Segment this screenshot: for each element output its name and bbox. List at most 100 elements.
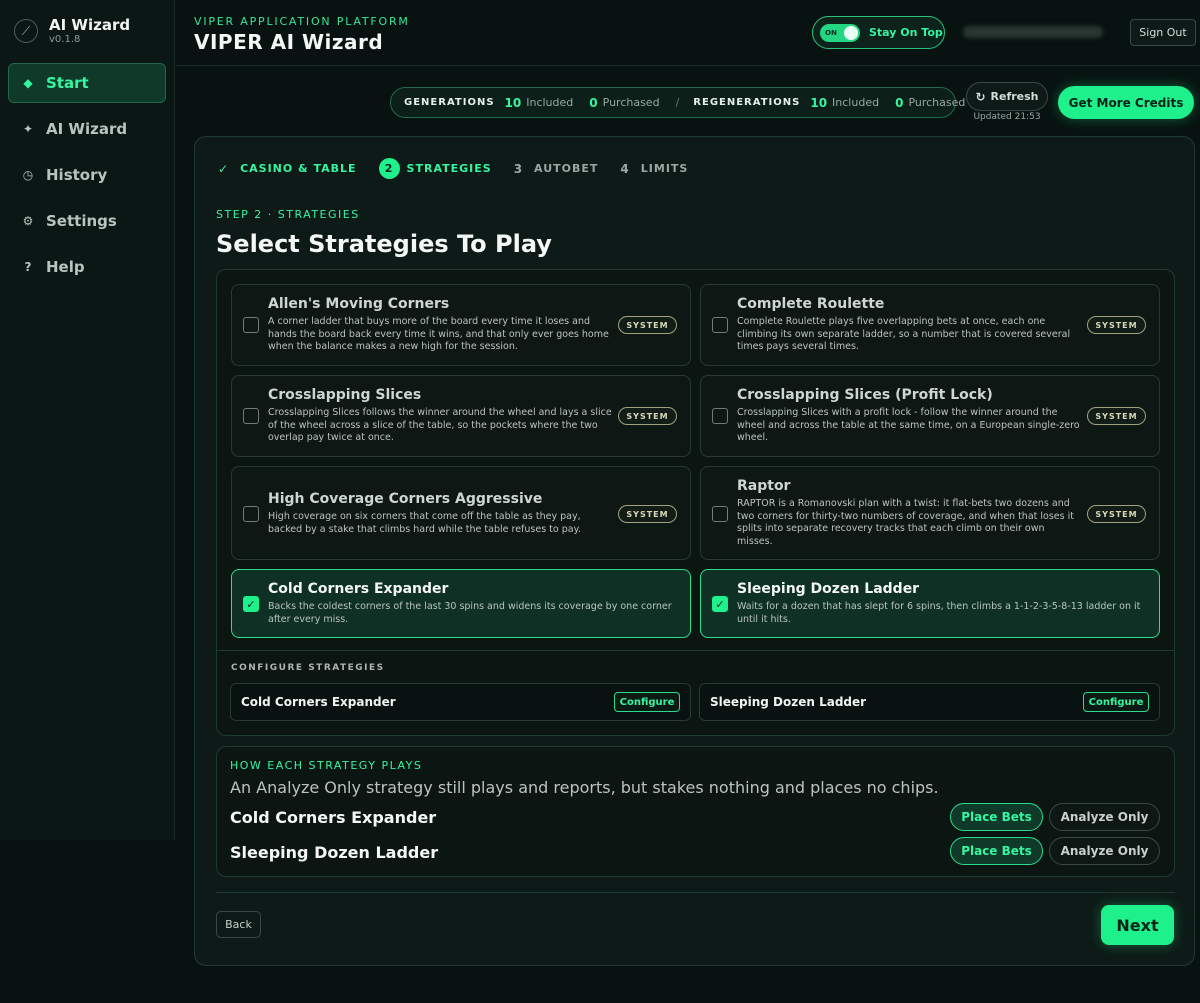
- stay-on-top-toggle[interactable]: ON Stay On Top: [812, 16, 945, 49]
- sidebar-item-settings[interactable]: ⚙ Settings: [8, 201, 166, 241]
- strategy-checkbox[interactable]: [243, 317, 259, 333]
- strategy-description: Complete Roulette plays five overlapping…: [737, 316, 1071, 353]
- sign-out-button[interactable]: Sign Out: [1130, 19, 1196, 46]
- sidebar-item-start[interactable]: ◆ Start: [8, 63, 166, 103]
- strategy-title: High Coverage Corners Aggressive: [268, 491, 543, 507]
- strategy-title: Cold Corners Expander: [268, 581, 449, 597]
- regenerations-purchased-count: 0: [895, 95, 904, 110]
- configure-button[interactable]: Configure: [614, 692, 680, 712]
- step-label: LIMITS: [640, 162, 689, 175]
- sidebar-nav: ◆ Start ✦ AI Wizard ◷ History ⚙ Settings…: [8, 63, 166, 293]
- strategy-description: RAPTOR is a Romanovski plan with a twist…: [737, 498, 1074, 547]
- analyze-only-button[interactable]: Analyze Only: [1049, 803, 1160, 831]
- generations-purchased-count: 0: [589, 95, 598, 110]
- strategy-card-crosslapping-slices-profit-lock[interactable]: Crosslapping Slices (Profit Lock) Crossl…: [700, 375, 1160, 457]
- clock-icon: ◷: [22, 168, 34, 182]
- configure-row: Sleeping Dozen Ladder Configure: [699, 683, 1160, 721]
- get-more-credits-button[interactable]: Get More Credits: [1058, 86, 1194, 119]
- system-badge: SYSTEM: [618, 316, 677, 334]
- strategy-card-raptor[interactable]: Raptor RAPTOR is a Romanovski plan with …: [700, 466, 1160, 560]
- how-strategy-name: Cold Corners Expander: [230, 808, 437, 827]
- strategy-description: Crosslapping Slices with a profit lock -…: [737, 407, 1080, 444]
- next-button[interactable]: Next: [1101, 905, 1174, 945]
- strategy-card-allens-moving-corners[interactable]: Allen's Moving Corners A corner ladder t…: [231, 284, 691, 366]
- strategy-title: Allen's Moving Corners: [268, 296, 450, 312]
- divider: [216, 892, 1175, 893]
- magic-wand-icon: ⟋: [14, 19, 38, 43]
- toggle-switch[interactable]: ON: [820, 23, 860, 42]
- sidebar: ⟋ AI Wizard v0.1.8 ◆ Start ✦ AI Wizard ◷…: [0, 0, 175, 840]
- strategy-title: Complete Roulette: [737, 296, 885, 312]
- how-strategy-name: Sleeping Dozen Ladder: [230, 843, 439, 862]
- user-email-blurred: [963, 26, 1103, 38]
- step-casino-table[interactable]: ✓ CASINO & TABLE: [218, 162, 357, 176]
- step-label: AUTOBET: [534, 162, 599, 175]
- step-eyebrow: STEP 2 · STRATEGIES: [216, 208, 360, 221]
- strategy-checkbox[interactable]: [712, 506, 728, 522]
- generations-label: GENERATIONS: [404, 97, 495, 108]
- strategy-checkbox-checked[interactable]: ✓: [712, 596, 728, 612]
- strategy-description: Waits for a dozen that has slept for 6 s…: [737, 601, 1141, 625]
- purchased-label: Purchased: [602, 96, 660, 109]
- regenerations-label: REGENERATIONS: [693, 97, 801, 108]
- configure-strategy-name: Sleeping Dozen Ladder: [710, 695, 867, 709]
- strategy-title: Crosslapping Slices (Profit Lock): [737, 387, 993, 403]
- updated-timestamp: Updated 21:53: [973, 112, 1041, 122]
- step-strategies[interactable]: 2 STRATEGIES: [378, 158, 492, 179]
- toggle-state-label: ON: [825, 28, 837, 37]
- stepper: ✓ CASINO & TABLE 2 STRATEGIES 3 AUTOBET …: [218, 158, 710, 179]
- generations-included-count: 10: [504, 95, 522, 110]
- refresh-button[interactable]: ↻ Refresh: [966, 82, 1048, 111]
- sidebar-item-label: Start: [46, 74, 89, 92]
- strategy-title: Crosslapping Slices: [268, 387, 422, 403]
- strategies-list: Allen's Moving Corners A corner ladder t…: [216, 269, 1175, 736]
- strategy-checkbox-checked[interactable]: ✓: [243, 596, 259, 612]
- strategy-checkbox[interactable]: [712, 408, 728, 424]
- step-number: 4: [620, 161, 630, 176]
- strategy-checkbox[interactable]: [243, 506, 259, 522]
- strategy-description: Backs the coldest corners of the last 30…: [268, 601, 672, 625]
- analyze-only-button[interactable]: Analyze Only: [1049, 837, 1160, 865]
- how-strategy-plays: HOW EACH STRATEGY PLAYS An Analyze Only …: [216, 746, 1175, 877]
- strategy-description: High coverage on six corners that come o…: [268, 511, 581, 535]
- page-title: VIPER AI Wizard: [194, 30, 384, 54]
- credits-bar: GENERATIONS 10 Included 0 Purchased / RE…: [390, 87, 965, 118]
- wizard-panel: ✓ CASINO & TABLE 2 STRATEGIES 3 AUTOBET …: [194, 136, 1195, 966]
- brand-version: v0.1.8: [49, 34, 81, 45]
- strategy-checkbox[interactable]: [243, 408, 259, 424]
- configure-strategies-label: CONFIGURE STRATEGIES: [231, 663, 385, 673]
- strategy-card-sleeping-dozen-ladder[interactable]: ✓ Sleeping Dozen Ladder Waits for a doze…: [700, 569, 1160, 638]
- system-badge: SYSTEM: [1087, 316, 1146, 334]
- sidebar-item-help[interactable]: ? Help: [8, 247, 166, 287]
- system-badge: SYSTEM: [1087, 407, 1146, 425]
- step-limits[interactable]: 4 LIMITS: [620, 162, 688, 176]
- sparkle-icon: ✦: [22, 122, 34, 136]
- strategy-card-cold-corners-expander[interactable]: ✓ Cold Corners Expander Backs the coldes…: [231, 569, 691, 638]
- configure-row: Cold Corners Expander Configure: [230, 683, 691, 721]
- how-eyebrow: HOW EACH STRATEGY PLAYS: [230, 759, 423, 772]
- step-number: 2: [378, 158, 400, 179]
- sidebar-item-ai-wizard[interactable]: ✦ AI Wizard: [8, 109, 166, 149]
- strategy-checkbox[interactable]: [712, 317, 728, 333]
- strategy-description: A corner ladder that buys more of the bo…: [268, 316, 609, 353]
- sidebar-item-label: History: [46, 166, 108, 184]
- place-bets-button[interactable]: Place Bets: [950, 837, 1043, 865]
- purchased-label: Purchased: [908, 96, 966, 109]
- sidebar-item-history[interactable]: ◷ History: [8, 155, 166, 195]
- back-button[interactable]: Back: [216, 911, 261, 938]
- how-note: An Analyze Only strategy still plays and…: [230, 778, 939, 797]
- refresh-label: Refresh: [990, 90, 1039, 103]
- step-label: CASINO & TABLE: [240, 162, 357, 175]
- sidebar-item-label: Settings: [46, 212, 117, 230]
- strategy-card-complete-roulette[interactable]: Complete Roulette Complete Roulette play…: [700, 284, 1160, 366]
- check-icon: ✓: [218, 161, 230, 176]
- step-label: STRATEGIES: [406, 162, 492, 175]
- sidebar-item-label: AI Wizard: [46, 120, 128, 138]
- refresh-icon: ↻: [975, 89, 986, 104]
- regenerations-included-count: 10: [810, 95, 828, 110]
- strategy-card-high-coverage-corners-aggressive[interactable]: High Coverage Corners Aggressive High co…: [231, 466, 691, 560]
- configure-button[interactable]: Configure: [1083, 692, 1149, 712]
- step-autobet[interactable]: 3 AUTOBET: [514, 162, 599, 176]
- place-bets-button[interactable]: Place Bets: [950, 803, 1043, 831]
- strategy-card-crosslapping-slices[interactable]: Crosslapping Slices Crosslapping Slices …: [231, 375, 691, 457]
